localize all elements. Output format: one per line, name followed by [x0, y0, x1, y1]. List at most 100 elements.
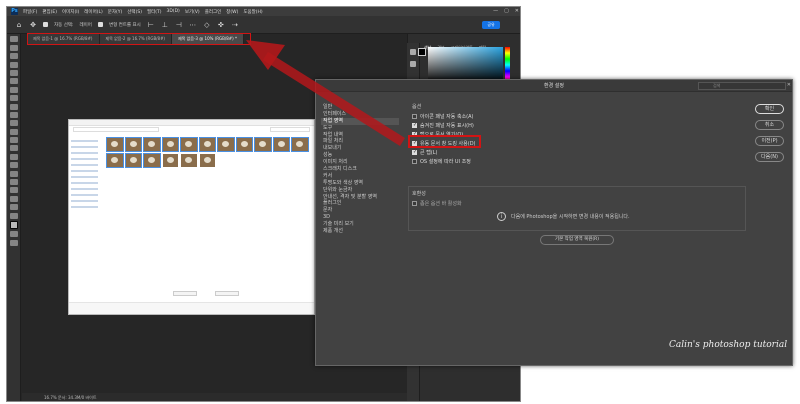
history-brush-icon[interactable]: [9, 120, 18, 127]
zoom-icon[interactable]: [9, 204, 18, 211]
reset-workspace-button[interactable]: 기본 작업 영역 복원(R): [540, 235, 614, 245]
hand-icon[interactable]: [9, 195, 18, 202]
color-picker-field[interactable]: [428, 47, 503, 83]
dialog-search-input[interactable]: 검색: [698, 82, 786, 90]
frame-icon[interactable]: [9, 78, 18, 85]
menu-edit[interactable]: 편집(E): [42, 9, 57, 15]
menu-3d[interactable]: 3D(D): [167, 9, 180, 14]
explorer-cancel-button[interactable]: [215, 291, 239, 296]
layer-dropdown[interactable]: 레이어: [80, 22, 92, 28]
image-thumbnail[interactable]: [143, 137, 161, 152]
transform-checkbox[interactable]: [97, 22, 103, 27]
category-item[interactable]: 이미지 처리: [321, 159, 399, 166]
align-center-icon[interactable]: ⊥: [161, 21, 169, 29]
crop-icon[interactable]: [9, 69, 18, 76]
menu-image[interactable]: 이미지(I): [62, 9, 79, 15]
menu-window[interactable]: 창(W): [226, 9, 238, 15]
image-thumbnail[interactable]: [106, 153, 124, 168]
category-item[interactable]: 문자: [321, 207, 399, 214]
history-panel-icon[interactable]: [410, 49, 416, 55]
menu-file[interactable]: 파일(F): [23, 9, 37, 15]
image-thumbnail[interactable]: [199, 154, 215, 167]
image-thumbnail[interactable]: [235, 137, 253, 152]
lasso-icon[interactable]: [9, 53, 18, 60]
image-thumbnail[interactable]: [143, 153, 161, 168]
image-thumbnail[interactable]: [124, 153, 142, 168]
category-item[interactable]: 커서: [321, 173, 399, 180]
category-item[interactable]: 작업 영역: [321, 117, 399, 125]
option-checkbox[interactable]: [412, 149, 417, 155]
minimize-icon[interactable]: —: [493, 8, 498, 14]
option-row[interactable]: 숨겨진 패널 자동 표시(H): [412, 121, 476, 130]
option-checkbox[interactable]: [412, 159, 417, 164]
pen-icon[interactable]: [9, 162, 18, 169]
menu-filter[interactable]: 필터(T): [147, 9, 162, 15]
image-thumbnail[interactable]: [180, 137, 198, 152]
dialog-close-icon[interactable]: ✕: [787, 82, 791, 88]
menu-layer[interactable]: 레이어(L): [84, 9, 102, 15]
move-tool-icon[interactable]: ✥: [29, 21, 37, 29]
image-thumbnail[interactable]: [291, 137, 309, 152]
more-tools-icon[interactable]: [9, 212, 18, 219]
category-item[interactable]: 내보내기: [321, 145, 399, 152]
option-row[interactable]: 큰 탭(L): [412, 148, 476, 157]
3d-pan-icon[interactable]: ✜: [217, 21, 225, 29]
option-checkbox[interactable]: [412, 114, 417, 119]
category-item[interactable]: 인터페이스: [321, 111, 399, 118]
explorer-address-bar[interactable]: [73, 127, 159, 132]
menu-view[interactable]: 보기(V): [185, 9, 200, 15]
menu-plugins[interactable]: 플러그인: [205, 9, 222, 15]
image-thumbnail[interactable]: [124, 137, 142, 152]
prev-button[interactable]: 이전(P): [755, 136, 784, 146]
explorer-open-button[interactable]: [173, 291, 197, 296]
foreground-color-icon[interactable]: [9, 220, 18, 229]
image-thumbnail[interactable]: [181, 154, 197, 167]
move-icon[interactable]: [9, 36, 18, 43]
dodge-icon[interactable]: [9, 153, 18, 160]
spot-heal-icon[interactable]: [9, 95, 18, 102]
3d-mode-icon[interactable]: ◇: [203, 21, 211, 29]
foreground-swatch[interactable]: [418, 48, 426, 56]
image-thumbnail[interactable]: [106, 137, 124, 152]
path-select-icon[interactable]: [9, 179, 18, 186]
screen-mode-icon[interactable]: [9, 239, 18, 246]
align-left-icon[interactable]: ⊢: [147, 21, 155, 29]
image-thumbnail[interactable]: [272, 137, 290, 152]
image-thumbnail[interactable]: [217, 137, 235, 152]
category-item[interactable]: 스크래치 디스크: [321, 166, 399, 173]
option-row[interactable]: OS 설정에 따라 UI 조정: [412, 157, 476, 166]
eraser-icon[interactable]: [9, 128, 18, 135]
type-icon[interactable]: [9, 170, 18, 177]
gradient-icon[interactable]: [9, 137, 18, 144]
maximize-icon[interactable]: ▢: [504, 8, 509, 14]
category-item[interactable]: 기술 미리 보기: [321, 221, 399, 228]
explorer-search-box[interactable]: [270, 127, 310, 132]
image-thumbnail[interactable]: [198, 137, 216, 152]
home-icon[interactable]: ⌂: [15, 21, 23, 29]
option-row[interactable]: 아이콘 패널 자동 축소(A): [412, 112, 476, 121]
cancel-button[interactable]: 취소: [755, 120, 784, 130]
more-options-icon[interactable]: ⋯: [189, 21, 197, 29]
align-right-icon[interactable]: ⊣: [175, 21, 183, 29]
brush-icon[interactable]: [9, 103, 18, 110]
hue-slider[interactable]: [505, 47, 510, 83]
marquee-icon[interactable]: [9, 44, 18, 51]
ok-button[interactable]: 확인: [755, 104, 784, 114]
category-item[interactable]: 제품 개선: [321, 228, 399, 235]
image-thumbnail[interactable]: [254, 137, 272, 152]
auto-select-checkbox[interactable]: [43, 22, 48, 27]
menu-type[interactable]: 문자(Y): [108, 9, 123, 15]
comment-panel-icon[interactable]: [410, 61, 416, 67]
category-item[interactable]: 플러그인: [321, 200, 399, 207]
menu-select[interactable]: 선택(S): [127, 9, 142, 15]
category-item[interactable]: 단위와 눈금자: [321, 187, 399, 194]
narrow-option-bar-row[interactable]: 좁은 옵션 바 활성화: [412, 200, 462, 207]
3d-zoom-icon[interactable]: ⇢: [231, 21, 239, 29]
next-button[interactable]: 다음(N): [755, 152, 784, 162]
shape-icon[interactable]: [9, 187, 18, 194]
menu-help[interactable]: 도움말(H): [243, 9, 262, 15]
narrow-option-bar-checkbox[interactable]: [412, 201, 417, 206]
stamp-icon[interactable]: [9, 111, 18, 118]
quick-mask-icon[interactable]: [9, 231, 18, 238]
share-button[interactable]: 공유: [482, 21, 500, 29]
